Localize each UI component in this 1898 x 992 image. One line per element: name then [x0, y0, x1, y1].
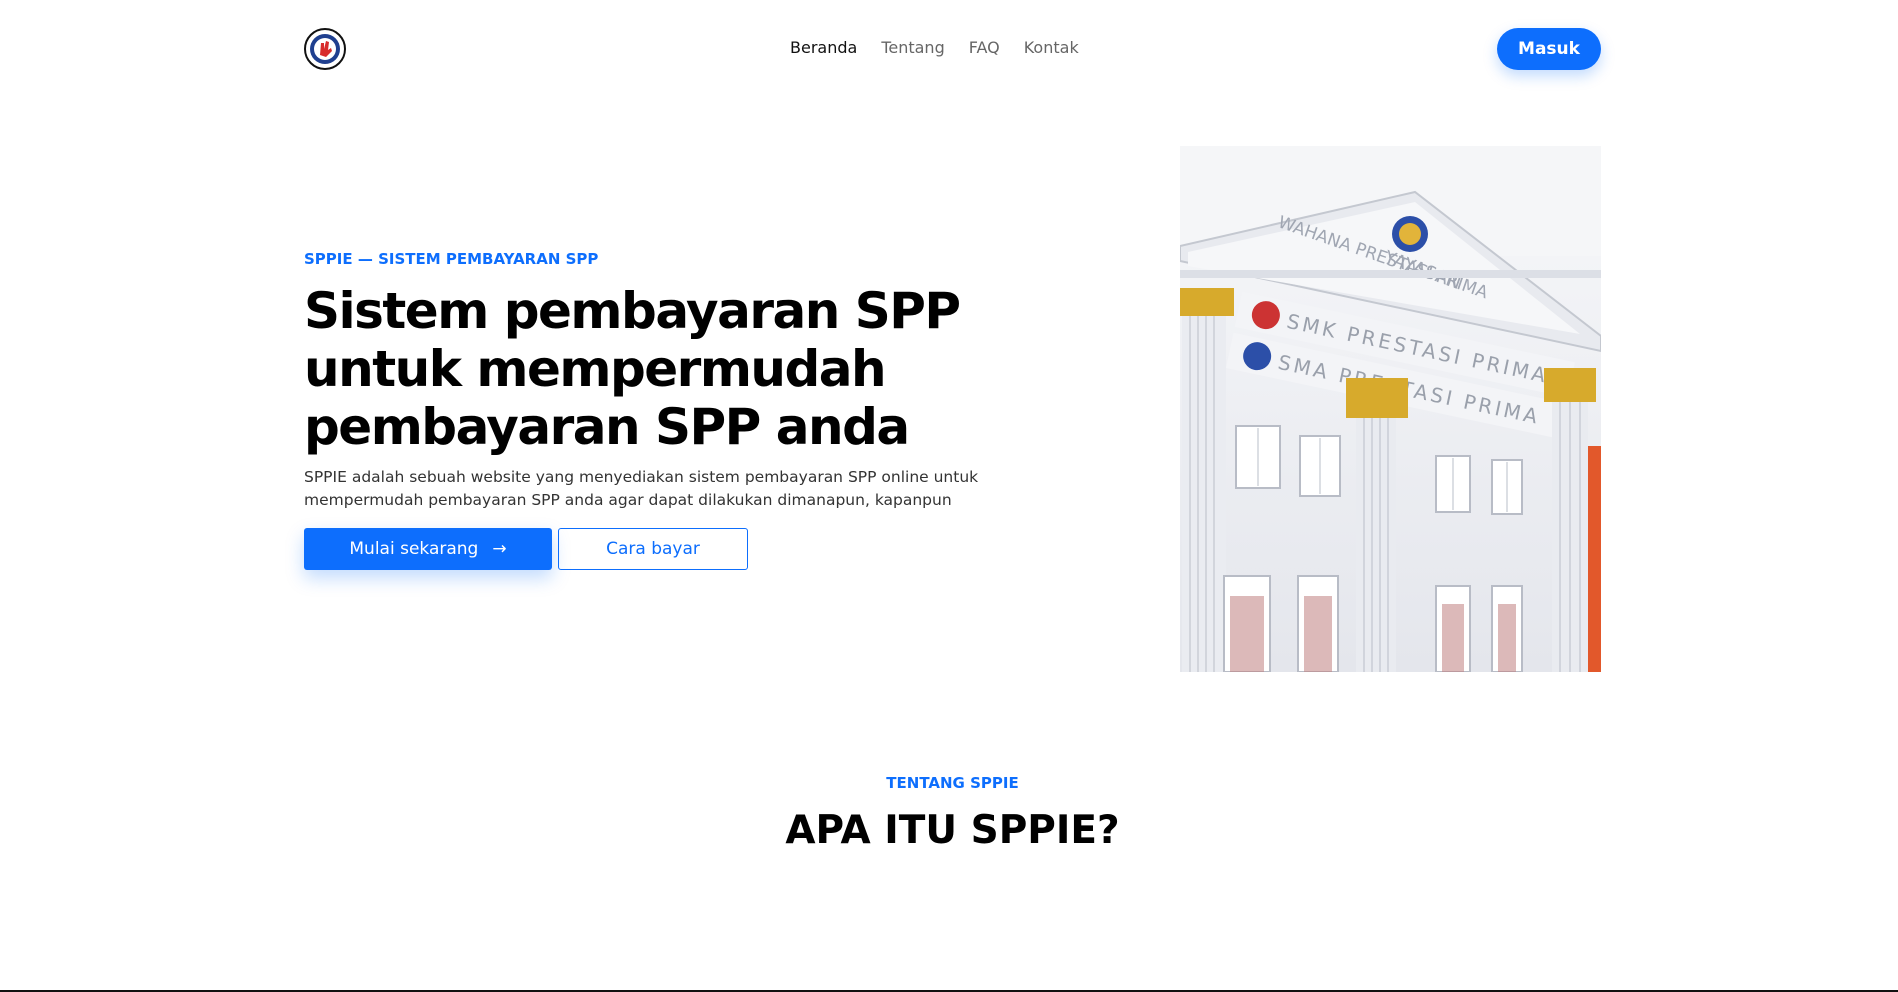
- nav-link-kontak[interactable]: Kontak: [1024, 38, 1079, 57]
- main-nav: Beranda Tentang FAQ Kontak: [790, 38, 1079, 57]
- hero-description: SPPIE adalah sebuah website yang menyedi…: [304, 468, 979, 509]
- school-building-image: YAYASAN WAHANA PRESTASI PRIMA SMK PRESTA…: [1180, 146, 1601, 672]
- nav-link-tentang[interactable]: Tentang: [881, 38, 944, 57]
- how-to-pay-button[interactable]: Cara bayar: [558, 528, 748, 570]
- school-logo[interactable]: [304, 28, 346, 70]
- nav-link-beranda[interactable]: Beranda: [790, 38, 857, 57]
- about-eyebrow: TENTANG SPPIE: [886, 774, 1019, 792]
- arrow-right-icon: →: [492, 539, 507, 559]
- start-now-label: Mulai sekarang: [349, 539, 479, 559]
- about-title: APA ITU SPPIE?: [785, 808, 1120, 853]
- hero-eyebrow: SPPIE — SISTEM PEMBAYARAN SPP: [304, 250, 599, 268]
- nav-link-faq[interactable]: FAQ: [969, 38, 1000, 57]
- login-button[interactable]: Masuk: [1497, 28, 1601, 70]
- start-now-button[interactable]: Mulai sekarang →: [304, 528, 552, 570]
- hero-headline: Sistem pembayaran SPP untuk mempermudah …: [304, 282, 961, 456]
- school-emblem-icon: [304, 28, 346, 70]
